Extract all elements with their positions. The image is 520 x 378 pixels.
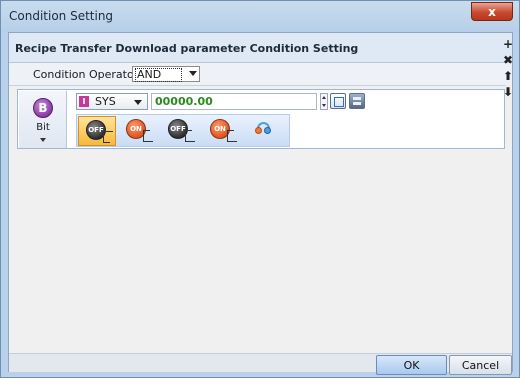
delete-icon[interactable]: ✖ (502, 53, 514, 67)
condition-item[interactable]: B Bit I SYS 00000.00 OFF ON OFF ON (17, 89, 505, 149)
condition-operator-value: AND (135, 68, 183, 82)
op-off-rising-edge[interactable]: OFF (161, 116, 199, 146)
chevron-down-icon (40, 138, 46, 142)
op-on-rising-edge-2[interactable]: ON (203, 116, 241, 146)
chevron-down-icon (134, 100, 142, 105)
operator-row: Condition Operator[O] : AND (9, 63, 512, 85)
op-on-rising-edge[interactable]: ON (119, 116, 157, 146)
rising-edge-icon (143, 130, 153, 142)
dialog-body: Recipe Transfer Download parameter Condi… (8, 32, 513, 375)
op-off-falling-edge[interactable]: OFF (78, 116, 116, 146)
chevron-down-icon (189, 71, 197, 76)
bit-type-icon: B (33, 98, 53, 118)
condition-type-selector[interactable]: B Bit (19, 91, 67, 148)
window-title: Condition Setting (9, 9, 114, 23)
address-browse-icon[interactable] (330, 93, 346, 109)
cancel-button[interactable]: Cancel (449, 355, 512, 375)
rising-edge-icon (185, 130, 195, 142)
rising-edge-icon (227, 130, 237, 142)
address-spinner[interactable] (320, 93, 328, 110)
title-bar[interactable]: Condition Setting x (1, 1, 519, 32)
device-type-icon: I (79, 96, 89, 107)
header-band: Recipe Transfer Download parameter Condi… (9, 33, 512, 63)
button-bar: OK Cancel (9, 353, 512, 375)
move-up-icon[interactable]: ⬆ (502, 69, 514, 83)
address-input[interactable]: 00000.00 (151, 93, 317, 110)
condition-type-label: Bit (36, 122, 50, 133)
change-icon (255, 122, 273, 138)
close-button[interactable]: x (471, 2, 513, 21)
close-icon: x (488, 4, 496, 19)
plus-icon[interactable]: + (502, 37, 514, 51)
keypad-icon[interactable] (349, 93, 365, 109)
address-value: 00000.00 (155, 95, 213, 108)
move-down-icon[interactable]: ⬇ (502, 85, 514, 99)
dialog-heading: Recipe Transfer Download parameter Condi… (15, 42, 359, 55)
condition-operator-select[interactable]: AND (132, 66, 200, 82)
device-select[interactable]: I SYS (76, 93, 148, 110)
ok-button[interactable]: OK (376, 355, 447, 375)
condition-list: B Bit I SYS 00000.00 OFF ON OFF ON (9, 85, 506, 353)
op-change[interactable] (245, 116, 283, 146)
condition-setting-window: Condition Setting x Recipe Transfer Down… (0, 0, 520, 378)
falling-edge-icon (103, 131, 113, 143)
device-value: SYS (95, 95, 116, 108)
bit-operation-bar: OFF ON OFF ON (76, 114, 290, 147)
